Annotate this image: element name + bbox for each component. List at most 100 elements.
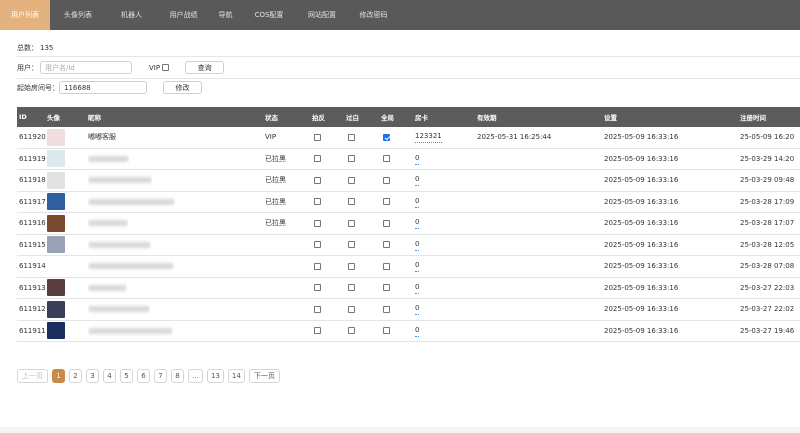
pass-white-checkbox[interactable] — [348, 262, 355, 270]
reverse-checkbox[interactable] — [314, 262, 321, 270]
column-header: 过白 — [346, 114, 359, 122]
reverse-checkbox[interactable] — [314, 155, 321, 163]
prev-page-button[interactable]: 上一页 — [17, 369, 48, 383]
room-card-value[interactable]: 0 — [415, 217, 420, 230]
room-card-value[interactable]: 0 — [415, 153, 420, 165]
pass-white-checkbox[interactable] — [348, 305, 355, 313]
query-button[interactable]: 查询 — [185, 61, 225, 74]
user-id: 611913 — [19, 283, 46, 292]
reverse-checkbox[interactable] — [314, 133, 321, 141]
nav-tab-1[interactable]: 用户列表 — [0, 0, 50, 30]
pass-white-checkbox[interactable] — [348, 176, 355, 184]
page-button[interactable]: 2 — [69, 369, 82, 383]
global-checkbox[interactable] — [383, 155, 390, 163]
room-card-value[interactable]: 0 — [415, 196, 420, 208]
pass-white-checkbox[interactable] — [348, 133, 355, 141]
page-button[interactable]: 5 — [120, 369, 133, 383]
setting-time: 2025-05-09 16:33:16 — [604, 219, 679, 228]
user-table: ID 头像 昵称 状态 拍反 过白 全局 房卡 有效期 设置 注册时间 611920 嘟嘟客服 VIP 1… — [17, 107, 800, 342]
avatar — [47, 279, 65, 297]
room-card-value[interactable]: 0 — [415, 260, 420, 273]
table-cell: 611918 — [19, 170, 46, 191]
global-checkbox[interactable] — [383, 262, 390, 270]
table-cell — [348, 127, 355, 148]
nav-tab-4[interactable]: 用户战绩 — [157, 0, 210, 30]
reverse-checkbox[interactable] — [314, 284, 321, 292]
register-time: 25-03-28 12:05 — [740, 240, 795, 249]
room-card-value[interactable]: 0 — [415, 174, 420, 187]
table-cell — [383, 192, 390, 213]
user-id: 611919 — [19, 154, 46, 163]
bottom-bar — [0, 427, 800, 433]
page-button[interactable]: 7 — [154, 369, 167, 383]
table-cell: 0 — [415, 170, 420, 191]
nav-tab-6[interactable]: COS配置 — [241, 0, 297, 30]
table-cell: 0 — [415, 192, 420, 213]
column-header: 有效期 — [477, 114, 497, 122]
reverse-checkbox[interactable] — [314, 198, 321, 206]
global-checkbox[interactable] — [383, 219, 390, 227]
global-checkbox[interactable] — [383, 305, 390, 313]
register-time: 25-03-29 09:48 — [740, 176, 795, 185]
next-page-button[interactable]: 下一页 — [248, 369, 280, 383]
page-button[interactable]: 3 — [86, 369, 99, 383]
nav-tab-8[interactable]: 修改密码 — [347, 0, 400, 30]
table-cell: 2025-05-09 16:33:16 — [604, 321, 678, 342]
table-cell: 0 — [415, 299, 420, 320]
table-cell: 611917 — [19, 192, 46, 213]
pass-white-checkbox[interactable] — [348, 241, 355, 249]
avatar — [47, 150, 65, 168]
nav-tab-3[interactable]: 机器人 — [106, 0, 157, 30]
expiry-time: 2025-05-31 16:25:44 — [477, 133, 552, 142]
table-row: 611912 0 2025-05-09 16:33:16 25-03-27 22:02 — [17, 299, 800, 321]
user-search-input[interactable] — [40, 61, 132, 74]
room-card-value[interactable]: 0 — [415, 239, 420, 251]
reverse-checkbox[interactable] — [314, 176, 321, 184]
pass-white-checkbox[interactable] — [348, 198, 355, 206]
vip-checkbox[interactable] — [162, 64, 170, 71]
global-checkbox[interactable] — [383, 198, 390, 206]
nav-tab-7[interactable]: 网站配置 — [297, 0, 347, 30]
table-cell — [88, 299, 150, 320]
table-header: ID 头像 昵称 状态 拍反 过白 全局 房卡 有效期 设置 注册时间 — [17, 107, 800, 127]
pass-white-checkbox[interactable] — [348, 219, 355, 227]
table-cell — [348, 170, 355, 191]
reverse-checkbox[interactable] — [314, 305, 321, 313]
room-card-value[interactable]: 0 — [415, 325, 420, 337]
nav-tab-2[interactable]: 头像列表 — [50, 0, 106, 30]
reverse-checkbox[interactable] — [314, 219, 321, 227]
table-cell: 25-03-29 09:48 — [740, 170, 794, 191]
table-cell: 0 — [415, 278, 420, 299]
avatar — [47, 236, 65, 254]
reverse-checkbox[interactable] — [314, 241, 321, 249]
page-button[interactable]: 1 — [52, 369, 65, 383]
table-cell: 611920 — [19, 127, 46, 148]
nickname-redacted — [88, 177, 152, 184]
table-cell: 已拉黑 — [265, 149, 286, 170]
modify-button[interactable]: 修改 — [163, 81, 202, 94]
nav-tab-5[interactable]: 导航 — [210, 0, 241, 30]
pass-white-checkbox[interactable] — [348, 327, 355, 335]
table-cell: 25-05-09 16:20 — [740, 127, 794, 148]
room-card-value[interactable]: 0 — [415, 282, 420, 294]
global-checkbox[interactable] — [383, 241, 390, 249]
table-row: 611920 嘟嘟客服 VIP 123321 2025-05-31 16:25:44 20… — [17, 127, 800, 149]
global-checkbox[interactable] — [383, 284, 390, 292]
global-checkbox[interactable] — [383, 176, 390, 184]
global-checkbox[interactable] — [383, 327, 390, 335]
global-checkbox[interactable] — [383, 133, 390, 141]
page-button[interactable]: 4 — [103, 369, 116, 383]
reverse-checkbox[interactable] — [314, 327, 321, 335]
table-cell — [383, 278, 390, 299]
room-card-value[interactable]: 0 — [415, 303, 420, 316]
page-button[interactable]: 14 — [227, 369, 245, 383]
table-cell: VIP — [265, 127, 276, 148]
page-button[interactable]: 13 — [207, 369, 224, 383]
pass-white-checkbox[interactable] — [348, 155, 355, 163]
pass-white-checkbox[interactable] — [348, 284, 355, 292]
page-button[interactable]: 6 — [137, 369, 150, 383]
room-card-value[interactable]: 123321 — [415, 131, 442, 144]
page-button[interactable]: 8 — [171, 369, 184, 383]
register-time: 25-03-27 22:02 — [740, 305, 795, 314]
start-room-input[interactable] — [59, 81, 147, 94]
